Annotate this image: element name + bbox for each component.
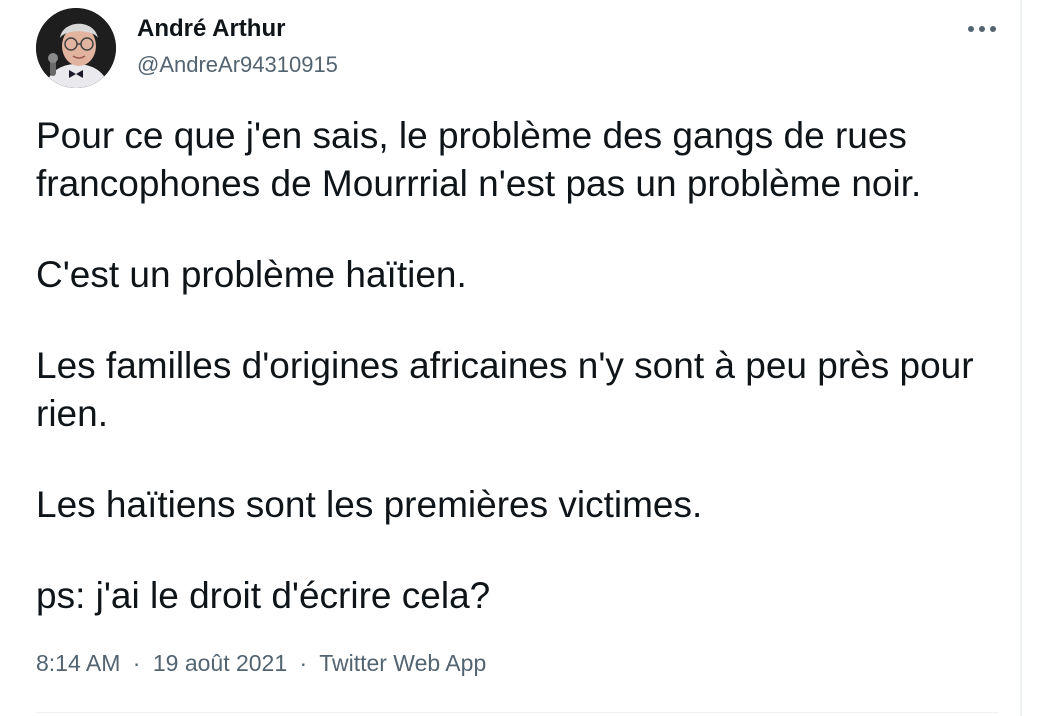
profile-photo-icon: [36, 8, 116, 88]
tweet-meta: 8:14 AM · 19 août 2021 · Twitter Web App: [36, 650, 486, 677]
avatar[interactable]: [36, 8, 116, 88]
tweet-paragraph: Les haïtiens sont les premières victimes…: [36, 484, 703, 525]
tweet-date[interactable]: 19 août 2021: [153, 650, 287, 676]
user-handle[interactable]: @AndreAr94310915: [137, 52, 338, 78]
meta-separator: ·: [132, 650, 141, 676]
tweet-paragraph: Pour ce que j'en sais, le problème des g…: [36, 115, 922, 204]
tweet-paragraph: C'est un problème haïtien.: [36, 254, 467, 295]
more-horizontal-icon: [968, 26, 996, 32]
tweet-time[interactable]: 8:14 AM: [36, 650, 120, 676]
tweet-card: André Arthur @AndreAr94310915 Pour ce qu…: [0, 0, 1022, 716]
more-options-button[interactable]: [960, 14, 1004, 44]
tweet-text: Pour ce que j'en sais, le problème des g…: [36, 112, 1011, 620]
meta-separator: ·: [299, 650, 308, 676]
tweet-paragraph: ps: j'ai le droit d'écrire cela?: [36, 575, 491, 616]
tweet-paragraph: Les familles d'origines africaines n'y s…: [36, 345, 974, 434]
user-display-name[interactable]: André Arthur: [137, 15, 285, 43]
divider: [36, 712, 998, 713]
tweet-source[interactable]: Twitter Web App: [319, 650, 486, 676]
